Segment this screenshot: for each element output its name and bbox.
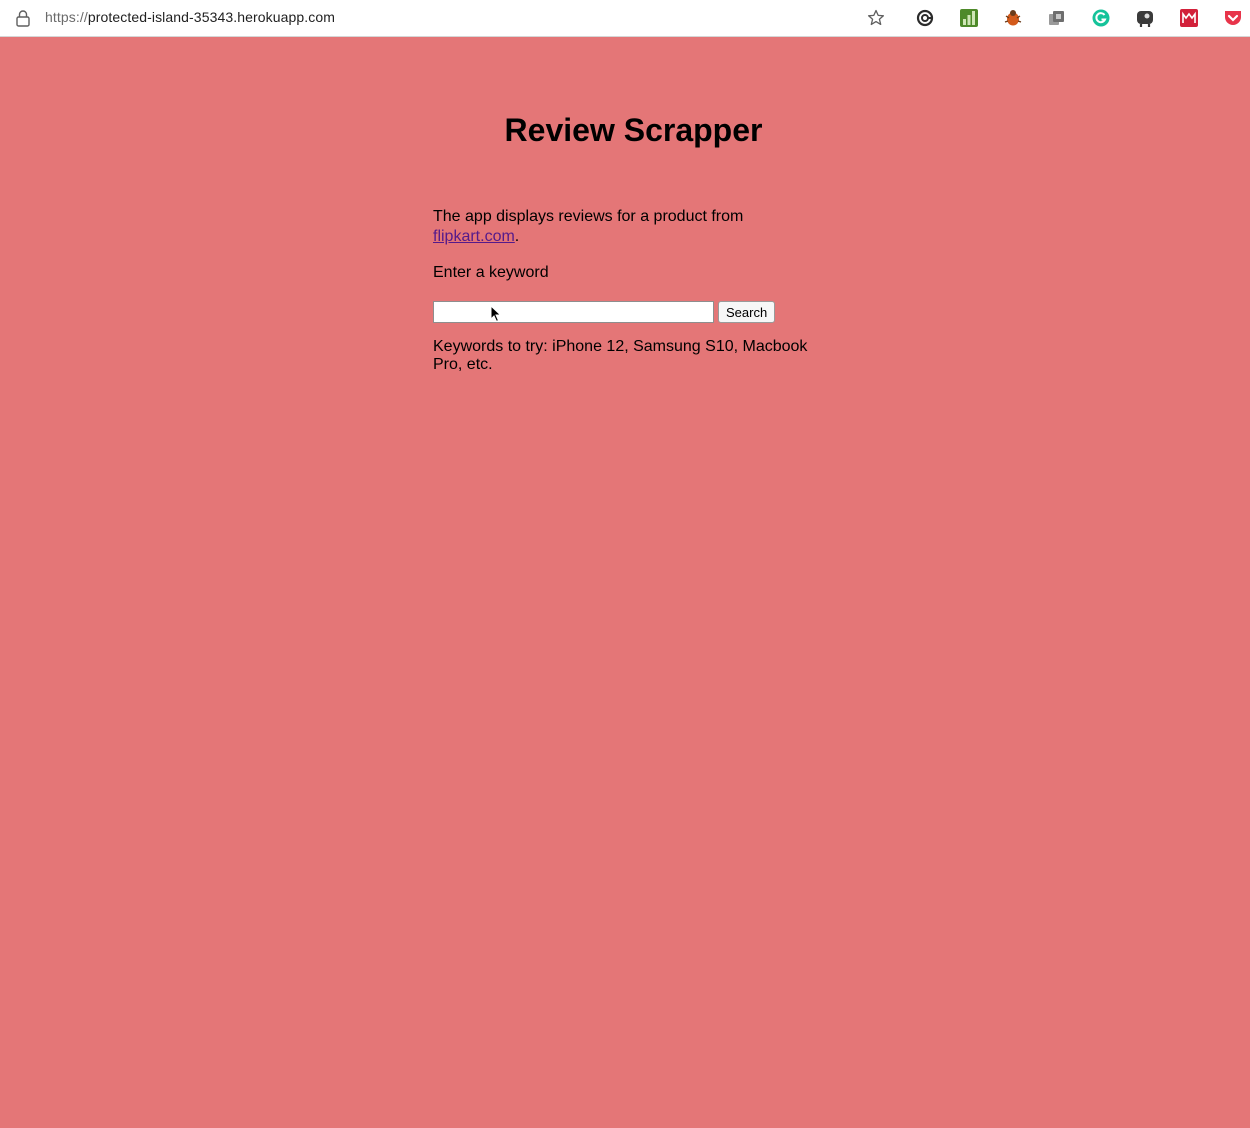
chart-extension-icon[interactable]	[959, 8, 979, 28]
browser-toolbar: https://protected-island-35343.herokuapp…	[0, 0, 1250, 37]
link-extension-icon[interactable]	[915, 8, 935, 28]
grid-extension-icon[interactable]	[1179, 8, 1199, 28]
lock-icon	[16, 10, 30, 27]
url-host: protected-island-35343.herokuapp.com	[87, 9, 336, 25]
elephant-extension-icon[interactable]	[1135, 8, 1155, 28]
stack-extension-icon[interactable]	[1047, 8, 1067, 28]
main-content: The app displays reviews for a product f…	[433, 207, 823, 373]
keyword-prompt: Enter a keyword	[433, 264, 549, 281]
url-text[interactable]: https://protected-island-35343.herokuapp…	[45, 9, 335, 25]
page-title: Review Scrapper	[504, 112, 763, 148]
description-text: The app displays reviews for a product f…	[433, 208, 744, 225]
app-description: The app displays reviews for a product f…	[433, 207, 823, 247]
grammarly-extension-icon[interactable]	[1091, 8, 1111, 28]
flipkart-link[interactable]: flipkart.com	[433, 228, 515, 245]
description-period: .	[514, 228, 520, 245]
bookmark-star-icon[interactable]	[866, 8, 886, 28]
url-scheme: https://	[45, 9, 88, 25]
search-form: Search	[433, 301, 776, 323]
address-bar[interactable]: https://protected-island-35343.herokuapp…	[0, 0, 897, 36]
bug-extension-icon[interactable]	[1003, 8, 1023, 28]
mouse-cursor-icon	[490, 305, 502, 323]
search-button[interactable]: Search	[718, 301, 776, 323]
pocket-extension-icon[interactable]	[1223, 8, 1243, 28]
keyword-search-input[interactable]	[433, 301, 714, 323]
keyword-suggestions: Keywords to try: iPhone 12, Samsung S10,…	[433, 338, 808, 373]
